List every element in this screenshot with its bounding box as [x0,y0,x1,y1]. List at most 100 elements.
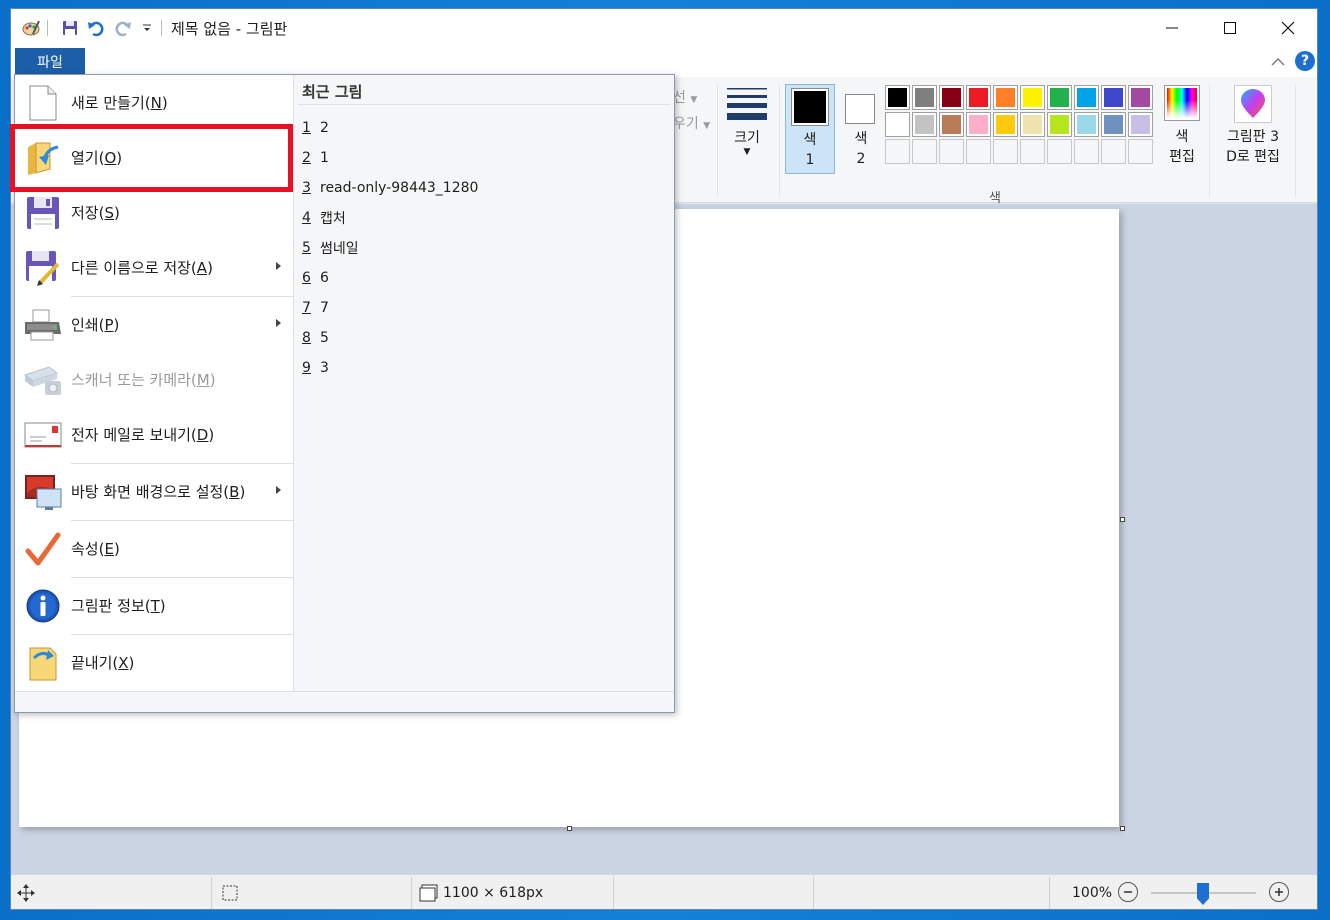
color-swatch[interactable] [1128,85,1153,110]
recent-item[interactable]: 21 [302,146,329,170]
menu-item-about-paint[interactable]: 그림판 정보(T) [15,578,293,633]
undo-icon[interactable] [86,18,106,38]
size-button[interactable]: 크기 ▼ [727,87,767,167]
menu-item-label: 전자 메일로 보내기(D) [71,426,215,444]
color-swatch[interactable] [966,112,991,137]
color-swatch[interactable] [1020,85,1045,110]
recent-item[interactable]: 66 [302,266,329,290]
menu-item-exit[interactable]: 끝내기(X) [15,635,293,690]
size-dropdown-icon: ▼ [743,147,751,157]
color1-button[interactable]: 색 1 [785,84,835,174]
recent-item-number: 8 [302,330,311,346]
menu-item-set-desktop-background[interactable]: 바탕 화면 배경으로 설정(B) [15,464,293,519]
color-swatch[interactable] [1047,139,1072,164]
color-swatch[interactable] [939,139,964,164]
recent-item[interactable]: 12 [302,116,329,140]
recent-item-number: 9 [302,360,311,376]
collapse-ribbon-icon[interactable] [1271,55,1285,71]
color-swatch[interactable] [993,112,1018,137]
menu-item-save-as[interactable]: 다른 이름으로 저장(A) [15,240,293,295]
color-palette [885,85,1157,167]
tab-file[interactable]: 파일 [15,48,85,76]
paint-app-icon[interactable] [21,18,41,38]
color-swatch[interactable] [885,112,910,137]
recent-divider [298,104,670,105]
color1-swatch [791,88,829,126]
recent-item-name: 1 [320,150,329,166]
menu-item-label: 바탕 화면 배경으로 설정(B) [71,483,246,501]
color-swatch[interactable] [912,112,937,137]
minimize-button[interactable] [1143,9,1201,47]
zoom-out-button[interactable] [1118,882,1138,902]
color-swatch[interactable] [939,85,964,110]
color-swatch[interactable] [1074,85,1099,110]
zoom-slider-thumb[interactable] [1197,883,1209,905]
menu-item-label: 새로 만들기(N) [71,94,168,112]
color2-button[interactable]: 색 2 [839,84,883,174]
color-swatch[interactable] [1020,139,1045,164]
ribbon-separator [1209,85,1210,197]
color-swatch[interactable] [1128,112,1153,137]
color-swatch[interactable] [912,139,937,164]
paint3d-label-2: D로 편집 [1226,149,1280,165]
image-size-text: 1100 × 618px [443,885,544,901]
window-title: 제목 없음 - 그림판 [171,20,288,38]
line-size-icon [727,88,767,120]
color-swatch[interactable] [966,85,991,110]
redo-icon[interactable] [113,18,133,38]
menu-item-label: 속성(E) [71,540,120,558]
color-swatch[interactable] [1074,139,1099,164]
minimize-icon [1166,27,1178,29]
edit-colors-button[interactable]: 색 편집 [1161,85,1203,175]
menu-item-properties[interactable]: 속성(E) [15,521,293,576]
recent-item[interactable]: 3 read-only-98443_1280 [302,176,478,200]
color-swatch[interactable] [1101,139,1126,164]
color-swatch[interactable] [885,85,910,110]
menu-item-new[interactable]: 새로 만들기(N) [15,75,293,130]
maximize-button[interactable] [1201,9,1259,47]
color-swatch[interactable] [1047,85,1072,110]
checkmark-icon [15,521,71,576]
menu-item-send-email[interactable]: 전자 메일로 보내기(D) [15,407,293,462]
zoom-in-button[interactable] [1269,882,1289,902]
ribbon-separator [779,85,780,197]
color-swatch[interactable] [1101,112,1126,137]
save-disk-icon [15,185,71,240]
color-swatch[interactable] [1047,112,1072,137]
recent-item[interactable]: 5 썸네일 [302,236,359,260]
color-swatch[interactable] [1128,139,1153,164]
resize-handle-corner[interactable] [1120,826,1125,831]
resize-handle-right[interactable] [1120,517,1125,522]
color-swatch[interactable] [885,139,910,164]
save-icon[interactable] [60,18,80,38]
zoom-level-text: 100% [1072,885,1113,901]
status-bar: 1100 × 618px 100% [11,874,1317,909]
paint3d-label-1: 그림판 3 [1227,129,1279,145]
outline-button[interactable]: 선 ▼ [673,87,697,107]
recent-item[interactable]: 4 캡처 [302,206,346,230]
close-button[interactable] [1259,9,1317,47]
color-swatch[interactable] [1074,112,1099,137]
color-swatch[interactable] [1101,85,1126,110]
fill-button[interactable]: 우기 ▼ [673,113,710,133]
recent-item[interactable]: 85 [302,326,329,350]
color-swatch[interactable] [939,112,964,137]
color-swatch[interactable] [993,139,1018,164]
color-swatch[interactable] [1020,112,1045,137]
help-icon[interactable]: ? [1295,51,1315,71]
customize-toolbar-icon[interactable] [137,18,157,38]
info-icon [15,578,71,633]
email-icon [15,407,71,462]
menu-item-print[interactable]: 인쇄(P) [15,297,293,352]
color-swatch[interactable] [993,85,1018,110]
edit-paint3d-button[interactable]: 그림판 3 D로 편집 [1215,85,1291,175]
recent-item[interactable]: 77 [302,296,329,320]
color-swatch[interactable] [912,85,937,110]
recent-item-name: 3 [320,360,329,376]
recent-item[interactable]: 93 [302,356,329,380]
resize-handle-bottom[interactable] [567,826,572,831]
title-separator [161,20,162,36]
recent-item-name: 5 [320,330,329,346]
color-swatch[interactable] [966,139,991,164]
menu-item-save[interactable]: 저장(S) [15,185,293,240]
